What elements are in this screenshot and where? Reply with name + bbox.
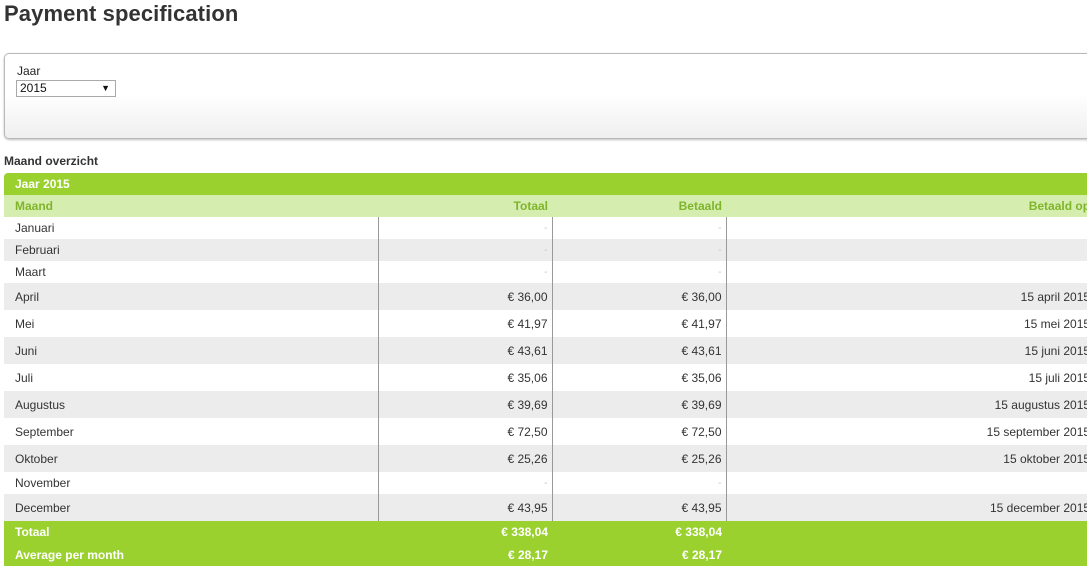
paid-on-cell: - xyxy=(725,239,1087,261)
total-cell: € 35,06 xyxy=(377,364,552,391)
year-select[interactable]: 2015 ▼ xyxy=(16,80,116,97)
table-row: Oktober € 25,26 € 25,26 15 oktober 2015 xyxy=(4,445,1087,472)
paid-on-cell: - xyxy=(725,261,1087,283)
total-cell: - xyxy=(377,239,552,261)
year-header: Jaar 2015 xyxy=(4,173,1087,195)
total-cell: - xyxy=(377,261,552,283)
section-title: Maand overzicht xyxy=(4,154,99,168)
month-cell: Juni xyxy=(4,337,378,364)
month-cell: Augustus xyxy=(4,391,378,418)
month-cell: Maart xyxy=(15,265,46,279)
paid-on-cell: - xyxy=(725,472,1087,494)
column-header-row: Maand Totaal Betaald Betaald op xyxy=(4,195,1087,217)
month-cell: Februari xyxy=(4,239,378,261)
month-cell: April xyxy=(4,283,378,310)
total-cell: € 43,95 xyxy=(377,494,552,521)
paid-cell: € 41,97 xyxy=(551,310,726,337)
filter-panel: Jaar 2015 ▼ xyxy=(4,53,1087,139)
total-cell: € 39,69 xyxy=(377,391,552,418)
paid-cell: - xyxy=(551,239,726,261)
month-cell: September xyxy=(15,424,74,439)
average-empty xyxy=(726,543,1087,566)
paid-cell: - xyxy=(551,472,726,494)
year-header-row: Jaar 2015 xyxy=(4,173,1087,195)
table-row: Januari--- xyxy=(4,217,1087,239)
paid-on-cell: 15 mei 2015 xyxy=(725,310,1087,337)
column-header-paid: Betaald xyxy=(552,195,726,217)
average-total: € 28,17 xyxy=(378,543,552,566)
table-row: Februari--- xyxy=(4,239,1087,261)
table-row: Augustus € 39,69 € 39,69 15 augustus 2015 xyxy=(4,391,1087,418)
paid-cell: € 43,95 xyxy=(551,494,726,521)
paid-cell: - xyxy=(551,217,726,239)
paid-cell: € 36,00 xyxy=(551,283,726,310)
totals-label: Totaal xyxy=(4,521,378,543)
dropdown-arrow-icon: ▼ xyxy=(101,83,110,93)
paid-on-cell: - xyxy=(725,217,1087,239)
table-row: December € 43,95 € 43,95 15 december 2015 xyxy=(4,494,1087,521)
paid-on-cell: 15 april 2015 xyxy=(725,283,1087,310)
table-row: Juni € 43,61 € 43,61 15 juni 2015 xyxy=(4,337,1087,364)
average-label: Average per month xyxy=(4,543,378,566)
month-cell: Oktober xyxy=(4,445,378,472)
total-cell: € 41,97 xyxy=(377,310,552,337)
paid-on-cell: 15 juni 2015 xyxy=(725,337,1087,364)
paid-on-cell: 15 september 2015 xyxy=(725,418,1087,445)
column-header-paid-on: Betaald op xyxy=(726,195,1087,217)
column-header-month: Maand xyxy=(4,195,378,217)
total-cell: € 43,61 xyxy=(377,337,552,364)
table-row: Maart--- xyxy=(4,261,1087,283)
totals-empty xyxy=(726,521,1087,543)
paid-cell: - xyxy=(551,261,726,283)
total-cell: € 72,50 xyxy=(377,418,552,445)
table-row: Mei € 41,97 € 41,97 15 mei 2015 xyxy=(4,310,1087,337)
paid-on-cell: 15 augustus 2015 xyxy=(725,391,1087,418)
paid-on-cell: 15 oktober 2015 xyxy=(725,445,1087,472)
year-label: Jaar xyxy=(17,64,41,78)
totals-row: Totaal € 338,04 € 338,04 xyxy=(4,521,1087,543)
total-cell: € 36,00 xyxy=(377,283,552,310)
totals-paid: € 338,04 xyxy=(552,521,726,543)
total-cell: - xyxy=(377,217,552,239)
table-row: Juli € 35,06 € 35,06 15 juli 2015 xyxy=(4,364,1087,391)
average-row: Average per month € 28,17 € 28,17 xyxy=(4,543,1087,566)
table-row: April € 36,00 € 36,00 15 april 2015 xyxy=(4,283,1087,310)
totals-total: € 338,04 xyxy=(378,521,552,543)
month-cell: Januari xyxy=(15,221,55,235)
paid-cell: € 35,06 xyxy=(551,364,726,391)
paid-cell: € 25,26 xyxy=(551,445,726,472)
paid-cell: € 72,50 xyxy=(551,418,726,445)
year-select-value: 2015 xyxy=(20,81,47,95)
average-paid: € 28,17 xyxy=(552,543,726,566)
table-row: November--- xyxy=(4,472,1087,494)
paid-cell: € 43,61 xyxy=(551,337,726,364)
paid-cell: € 39,69 xyxy=(551,391,726,418)
month-rows: Januari---Februari---Maart---April€ 36,0… xyxy=(4,217,1087,521)
month-cell: Juli xyxy=(15,370,34,385)
month-overview-table: Jaar 2015 Maand Totaal Betaald Betaald o… xyxy=(4,173,1087,566)
total-cell: € 25,26 xyxy=(377,445,552,472)
page-title: Payment specification xyxy=(4,1,239,26)
month-cell: December xyxy=(4,494,378,521)
table-row: September € 72,50 € 72,50 15 september 2015 xyxy=(4,418,1087,445)
paid-on-cell: 15 december 2015 xyxy=(725,494,1087,521)
month-cell: November xyxy=(15,476,71,490)
paid-on-cell: 15 juli 2015 xyxy=(725,364,1087,391)
month-cell: Mei xyxy=(15,316,35,331)
column-header-total: Totaal xyxy=(378,195,552,217)
total-cell: - xyxy=(377,472,552,494)
